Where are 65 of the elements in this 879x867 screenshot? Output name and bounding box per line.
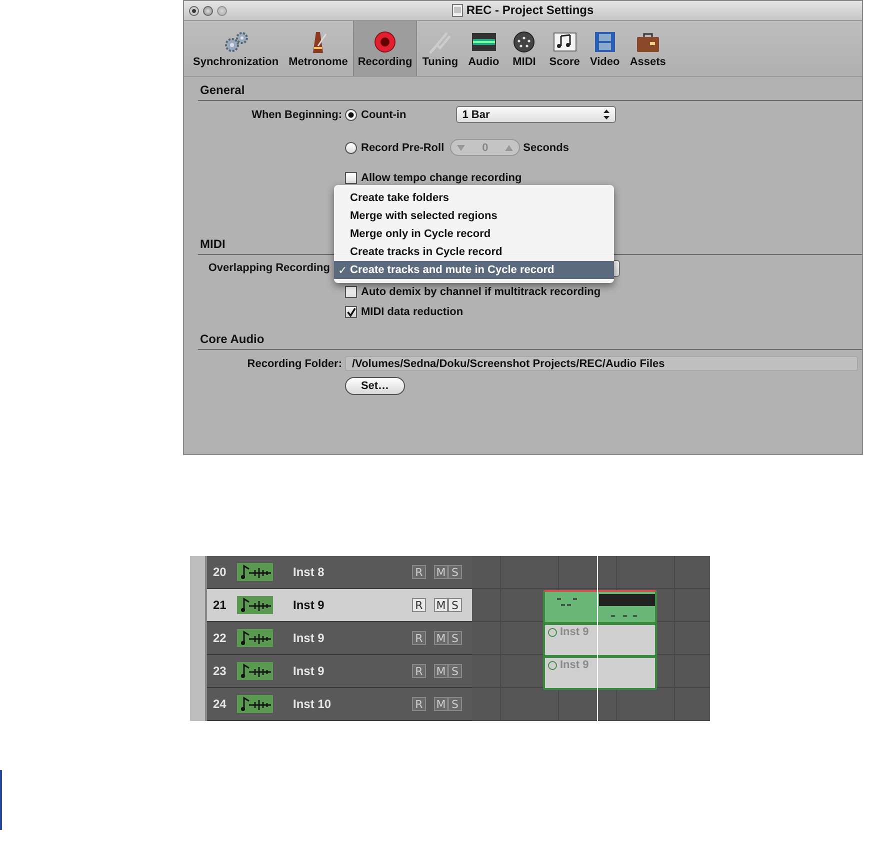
toolbar-tab[interactable]: Video [584, 21, 625, 76]
track-name: Inst 9 [293, 664, 326, 678]
menu-item[interactable]: Merge only in Cycle record [334, 225, 614, 243]
toolbar-tab[interactable]: Tuning [417, 21, 464, 76]
set-button[interactable]: Set… [345, 377, 405, 395]
region-label: Inst 9 [545, 625, 655, 639]
toolbar-tab[interactable]: Score [544, 21, 585, 76]
radio-circle[interactable] [345, 142, 357, 154]
check-mark: ✓ [338, 264, 348, 276]
toolbar-tab[interactable]: Synchronization [188, 21, 284, 76]
toolbar-tab[interactable]: Recording [352, 21, 418, 76]
track-number: 20 [213, 565, 228, 579]
close-button[interactable] [189, 6, 199, 16]
path-field: /Volumes/Sedna/Doku/Screenshot Projects/REC/Audio Files [345, 356, 858, 371]
track-number: 21 [213, 598, 228, 612]
checkbox[interactable]: Allow tempo change recording [345, 172, 616, 184]
recording-region[interactable] [543, 590, 657, 624]
toolbar-tab[interactable]: Audio [463, 21, 504, 76]
radio-button[interactable]: Record Pre-Roll [345, 142, 444, 154]
checkbox-square[interactable] [345, 172, 357, 184]
window-title: REC - Project Settings [466, 3, 594, 17]
track-toggle-button[interactable]: S [448, 598, 462, 612]
track-name: Inst 9 [293, 598, 326, 612]
field-label: Overlapping Recording [207, 261, 331, 276]
section-heading: Core Audio [199, 332, 264, 346]
field-label: Recording Folder: [246, 357, 342, 372]
menu-item[interactable]: Merge with selected regions [334, 207, 614, 225]
track-number: 24 [213, 697, 228, 711]
instrument-icon [237, 563, 273, 581]
menu-item[interactable]: ✓ Create tracks and mute in Cycle record [334, 261, 614, 279]
checkbox-square[interactable] [345, 306, 357, 318]
menu-item[interactable]: Create take folders [334, 189, 614, 207]
down-arrow-icon [457, 144, 466, 150]
menu-item[interactable]: Create tracks in Cycle record [334, 243, 614, 261]
track-toggle-button[interactable]: M [434, 598, 448, 612]
toolbar-tab[interactable]: Assets [624, 21, 671, 76]
track-number: 22 [213, 631, 228, 645]
minimize-button[interactable] [203, 6, 213, 16]
checkbox[interactable]: Auto demix by channel if multitrack recording [345, 286, 620, 298]
up-arrow-icon [505, 144, 514, 150]
track-name: Inst 9 [293, 631, 326, 645]
track-name: Inst 8 [293, 565, 326, 579]
toolbar-tab[interactable]: Metronome [284, 21, 353, 76]
popup-button[interactable]: 1 Bar [456, 106, 616, 123]
radio-circle[interactable] [345, 108, 357, 120]
field-label: When Beginning: [250, 108, 342, 123]
unit-label: Seconds [523, 142, 569, 154]
checkmark-icon [346, 306, 356, 318]
instrument-icon [237, 629, 273, 647]
track-number: 23 [213, 664, 228, 678]
radio-button[interactable]: Count-in [345, 108, 406, 120]
section-heading: General [199, 83, 245, 97]
instrument-icon [237, 596, 273, 614]
toolbar-tab[interactable]: MIDI [504, 21, 544, 76]
checkbox-square[interactable] [345, 286, 357, 298]
checkbox[interactable]: MIDI data reduction [345, 306, 620, 318]
track-header[interactable]: 21 Inst 9 R M S [207, 589, 472, 622]
instrument-icon [237, 662, 273, 680]
region-label: Inst 9 [545, 658, 655, 672]
track-toggle-button[interactable]: R [412, 598, 426, 612]
section-heading: MIDI [199, 237, 226, 251]
track-name: Inst 10 [293, 697, 332, 711]
updown-arrows-icon [603, 109, 610, 120]
document-icon [452, 4, 464, 16]
instrument-icon [237, 695, 273, 713]
